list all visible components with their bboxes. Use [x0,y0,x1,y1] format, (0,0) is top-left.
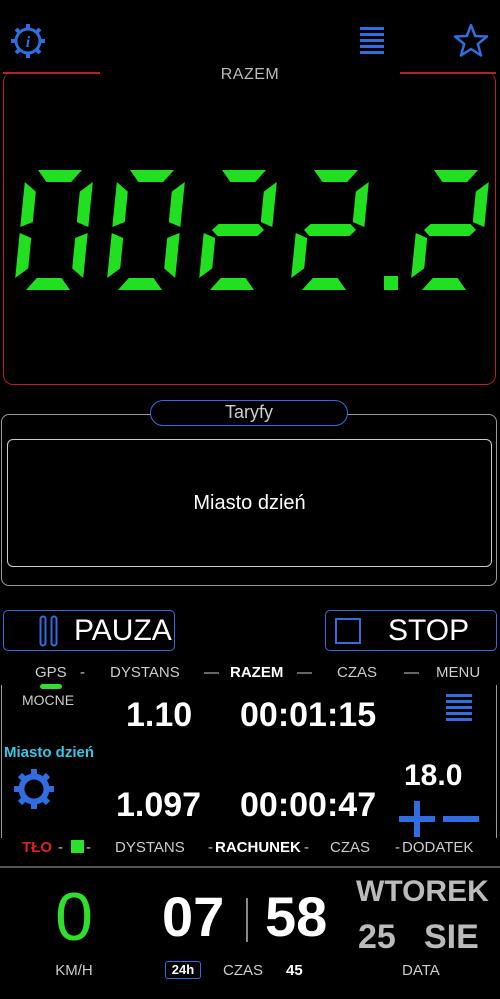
digit-segment-e [107,233,124,278]
digit-segment-d [302,278,346,290]
menu-label[interactable]: MENU [436,664,480,681]
active-tariff-name: Miasto dzień [4,744,95,761]
digit-segment-e [411,233,428,278]
date-month: SIE [424,918,479,956]
taximeter-display [0,160,500,300]
weekday: WTOREK [356,875,489,908]
digit-segment-e [291,233,308,278]
star-icon[interactable] [452,22,490,58]
separator-dash: - [80,664,85,681]
separator-dash: - [86,839,91,856]
separator-dash: — [204,664,219,681]
total-distance-value: 1.10 [126,696,193,734]
pause-label: PAUZA [74,613,172,647]
digit-segment-d [210,278,254,290]
status-divider [0,866,500,868]
background-color-swatch[interactable] [71,840,84,853]
settings-gear-icon[interactable] [11,766,57,812]
pause-icon [39,615,59,647]
time-header: CZAS [337,664,378,681]
speed-value: 0 [55,879,93,955]
tariff-selector[interactable]: Miasto dzień [7,439,492,567]
date-day: 25 [358,918,396,956]
digit-segment-c [72,233,88,278]
date-label: DATA [402,962,440,979]
gps-signal-bar [40,684,62,689]
total-header: RAZEM [230,664,284,681]
tariff-title: Taryfy [150,400,348,426]
digit-segment-a [314,170,358,182]
bill-time-value: 00:00:47 [240,786,377,824]
digit-segment-g [212,224,264,236]
distance-header: DYSTANS [110,664,180,681]
seven-segment-value [15,170,489,290]
clock-minutes: 58 [265,885,328,948]
separator-dash: — [297,664,312,681]
digit-segment-g [304,224,356,236]
separator-dash: - [58,839,63,856]
digit-segment-f [20,182,36,227]
bill-distance-value: 1.097 [116,786,202,824]
digit-segment-a [130,170,174,182]
extra-amount: 18.0 [404,759,463,792]
gps-label: GPS [35,664,67,681]
clock-label: CZAS [223,962,264,979]
speed-unit: KM/H [55,962,93,979]
svg-text:i: i [26,34,31,51]
digit-segment-b [76,182,93,227]
digit-segment-a [38,170,82,182]
bill-footer: RACHUNEK [215,839,301,856]
stop-button[interactable]: STOP [325,610,497,651]
separator-dash: - [208,839,213,856]
minus-icon[interactable] [442,800,480,838]
stop-label: STOP [388,613,470,647]
clock-seconds: 45 [286,962,303,979]
digit-segment-b [352,182,369,227]
digit-segment-g [424,224,476,236]
digit-segment-e [15,233,32,278]
extra-footer: DODATEK [402,839,474,856]
plus-icon[interactable] [398,800,436,838]
menu-list-icon[interactable] [444,690,474,724]
display-label: RAZEM [220,66,280,83]
time-footer: CZAS [330,839,371,856]
total-time-value: 00:01:15 [240,696,377,734]
info-gear-icon[interactable]: i [9,22,47,60]
clock-hours: 07 [162,885,225,948]
separator-dash: — [404,664,419,681]
digit-segment-d [422,278,466,290]
time-format-badge[interactable]: 24h [165,961,201,979]
distance-footer: DYSTANS [115,839,185,856]
digit-segment-d [26,278,70,290]
stop-icon [334,617,362,645]
separator-dash: - [304,839,309,856]
digit-segment-e [199,233,216,278]
digit-segment-a [222,170,266,182]
digit-segment-b [260,182,277,227]
digit-segment-b [472,182,489,227]
clock-separator [246,898,248,942]
decimal-point [384,276,398,290]
separator-dash: - [395,839,400,856]
digit-segment-f [112,182,128,227]
digit-segment-a [434,170,478,182]
gps-status: MOCNE [22,692,75,708]
background-label[interactable]: TŁO [22,839,52,856]
digit-segment-d [118,278,162,290]
pause-button[interactable]: PAUZA [3,610,175,651]
digit-segment-b [168,182,185,227]
menu-lines-icon[interactable] [358,24,386,56]
digit-segment-c [164,233,180,278]
